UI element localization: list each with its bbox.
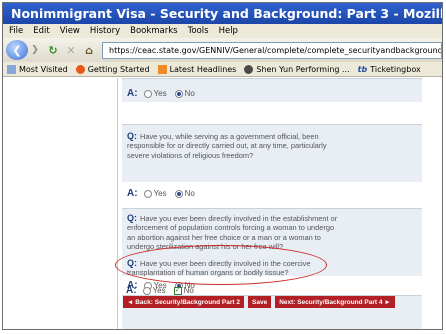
home-icon[interactable]: ⌂ xyxy=(80,41,98,59)
question-label: Q: xyxy=(127,131,137,141)
url-bar[interactable]: https://ceac.state.gov/GENNIV/General/co… xyxy=(102,41,442,59)
no-label: No xyxy=(184,89,195,98)
bookmark-label: Ticketingbox xyxy=(370,64,421,74)
answer-label: A: xyxy=(126,285,137,296)
yes-label: Yes xyxy=(152,286,166,295)
no-label: No xyxy=(183,286,194,295)
yes-radio[interactable] xyxy=(143,89,152,98)
navigation-toolbar: ❮ ❯ ↻ ✕ ⌂ https://ceac.state.gov/GENNIV/… xyxy=(3,38,442,62)
answer-row: A: Yes ✓ No xyxy=(126,285,202,296)
firefox-bookmark-icon xyxy=(75,64,85,74)
back-button[interactable]: ◄ Back: Security/Background Part 2 xyxy=(123,296,244,308)
bookmarks-toolbar: Most Visited Getting Started Latest Head… xyxy=(3,62,442,77)
highlight-ellipse xyxy=(115,245,327,285)
yes-label: Yes xyxy=(153,189,167,198)
no-radio[interactable] xyxy=(174,89,183,98)
navigation-buttons: ◄ Back: Security/Background Part 2 Save … xyxy=(123,296,442,308)
answer-row: A: Yes No xyxy=(127,188,203,199)
menu-edit[interactable]: Edit xyxy=(33,26,49,36)
bookmark-label: Shen Yun Performing ... xyxy=(256,64,350,74)
bookmark-folder-icon xyxy=(7,64,16,74)
globe-icon xyxy=(244,64,254,74)
answer-row: A: Yes No xyxy=(127,88,203,99)
reload-icon[interactable]: ↻ xyxy=(44,41,62,59)
menu-bar: File Edit View History Bookmarks Tools H… xyxy=(3,24,442,38)
bookmark-label: Latest Headlines xyxy=(169,64,237,74)
bookmark-shen-yun[interactable]: Shen Yun Performing ... xyxy=(244,64,350,74)
bookmark-label: Getting Started xyxy=(87,64,150,74)
answer-label: A: xyxy=(127,88,138,99)
no-label: No xyxy=(184,189,195,198)
answer-label: A: xyxy=(127,188,138,199)
menu-history[interactable]: History xyxy=(90,26,120,36)
yes-label: Yes xyxy=(153,89,167,98)
next-button[interactable]: Next: Security/Background Part 4 ► xyxy=(275,296,395,308)
question-label: Q: xyxy=(127,213,137,223)
save-button[interactable]: Save xyxy=(248,296,272,308)
no-checkbox[interactable]: ✓ xyxy=(173,286,182,295)
page-content xyxy=(3,78,442,329)
menu-file[interactable]: File xyxy=(9,26,23,36)
browser-window: Nonimmigrant Visa - Security and Backgro… xyxy=(2,2,443,330)
yes-radio[interactable] xyxy=(142,286,151,295)
url-text[interactable]: https://ceac.state.gov/GENNIV/General/co… xyxy=(109,46,441,55)
forward-arrow-icon[interactable]: ❯ xyxy=(28,41,42,59)
bookmark-getting-started[interactable]: Getting Started xyxy=(75,64,150,74)
rss-feed-icon xyxy=(157,64,167,74)
no-radio[interactable] xyxy=(174,189,183,198)
question-text-1: Have you, while serving as a government … xyxy=(127,132,327,160)
window-title: Nonimmigrant Visa - Security and Backgro… xyxy=(11,6,442,21)
title-bar: Nonimmigrant Visa - Security and Backgro… xyxy=(3,3,442,24)
question-text: Q: Have you, while serving as a governmen… xyxy=(127,131,337,160)
bookmark-most-visited[interactable]: Most Visited xyxy=(7,64,68,74)
stop-icon[interactable]: ✕ xyxy=(62,41,80,59)
bookmark-latest-headlines[interactable]: Latest Headlines xyxy=(157,64,237,74)
menu-help[interactable]: Help xyxy=(219,26,238,36)
menu-tools[interactable]: Tools xyxy=(188,26,209,36)
back-arrow-icon[interactable]: ❮ xyxy=(6,40,28,60)
yes-radio[interactable] xyxy=(143,189,152,198)
menu-view[interactable]: View xyxy=(60,26,80,36)
tb-logo-icon: tb xyxy=(357,64,368,74)
bookmark-ticketingbox[interactable]: tb Ticketingbox xyxy=(358,65,421,74)
menu-bookmarks[interactable]: Bookmarks xyxy=(130,26,178,36)
bookmark-label: Most Visited xyxy=(19,64,68,74)
